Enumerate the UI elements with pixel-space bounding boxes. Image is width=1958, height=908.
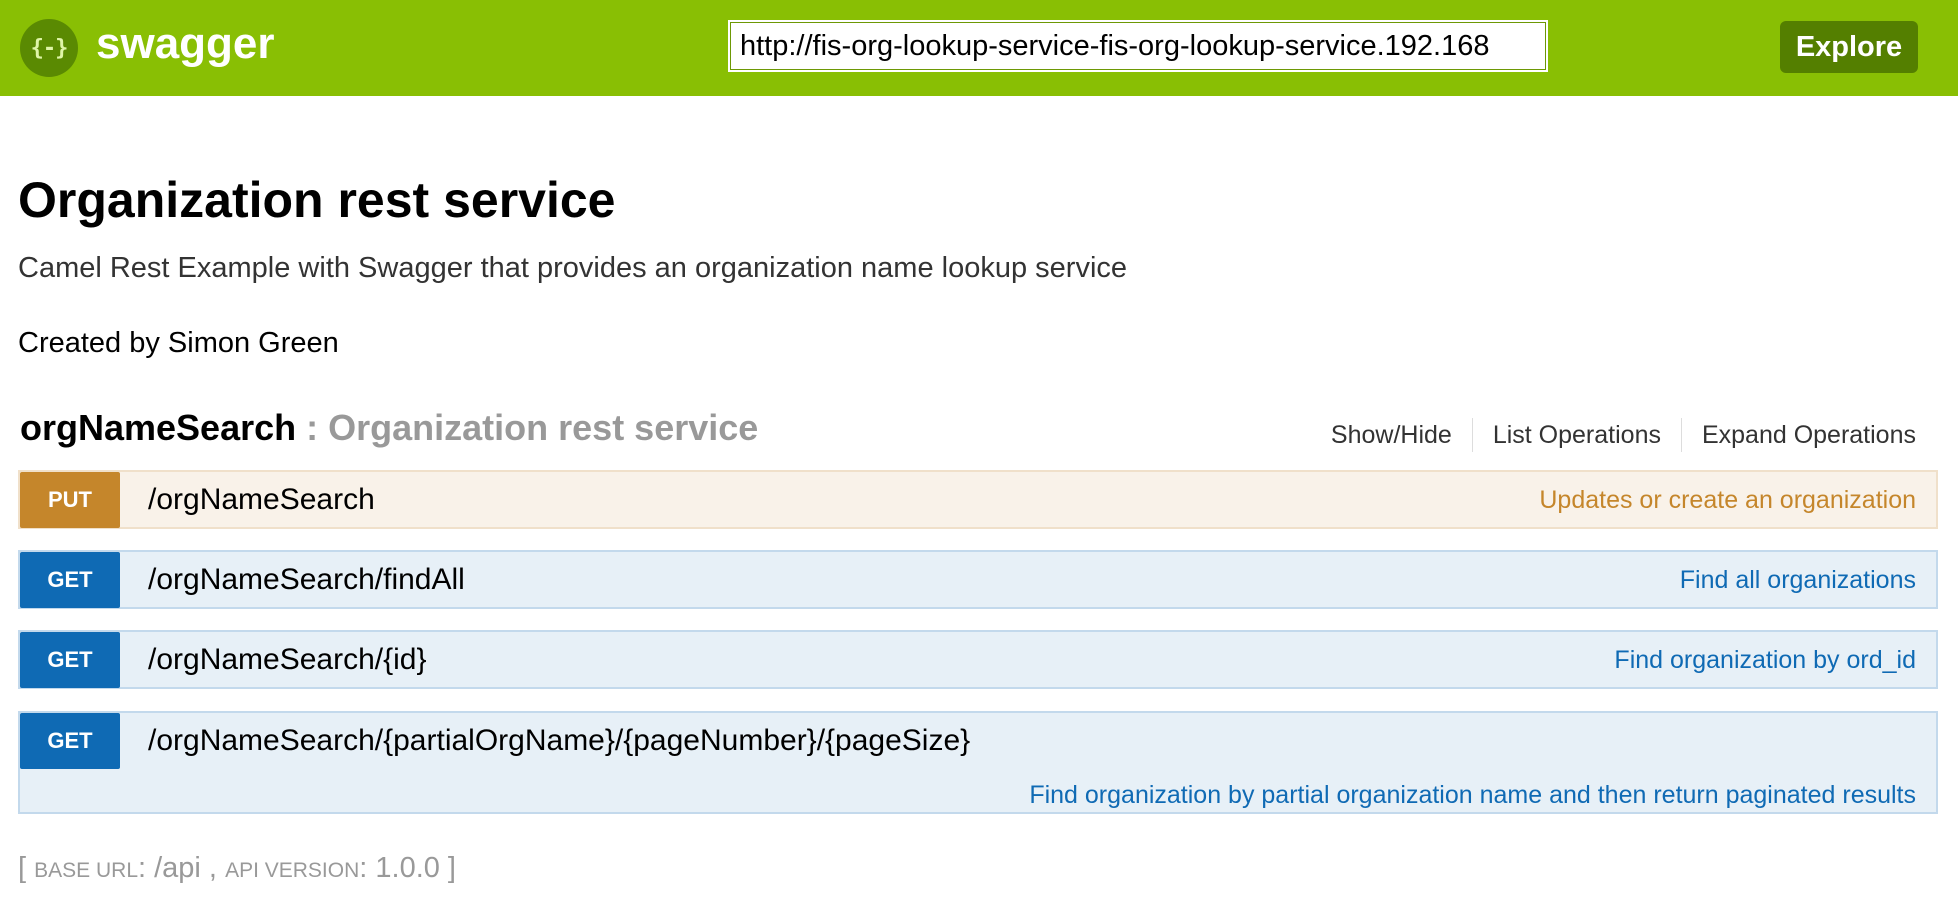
swagger-logo-icon: {-} bbox=[20, 19, 78, 77]
resource-heading: orgNameSearch : Organization rest servic… bbox=[20, 404, 758, 452]
api-description: Camel Rest Example with Swagger that pro… bbox=[18, 252, 1128, 284]
operation-summary[interactable]: Find organization by ord_id bbox=[1614, 632, 1916, 688]
api-url-input[interactable] bbox=[728, 20, 1548, 72]
resource-name-link[interactable]: orgNameSearch bbox=[20, 407, 296, 448]
operation-path[interactable]: /orgNameSearch/{partialOrgName}/{pageNum… bbox=[148, 713, 970, 769]
footer-open-bracket: [ bbox=[18, 852, 35, 884]
list-operations-link[interactable]: List Operations bbox=[1473, 421, 1681, 450]
resource-separator: : bbox=[296, 407, 329, 448]
operation-summary[interactable]: Find all organizations bbox=[1680, 552, 1916, 608]
page-title: Organization rest service bbox=[18, 172, 616, 228]
brand-name: swagger bbox=[96, 19, 275, 68]
operation-get-by-id[interactable]: GET /orgNameSearch/{id} Find organizatio… bbox=[18, 630, 1938, 689]
resource-actions: Show/Hide List Operations Expand Operati… bbox=[1311, 418, 1916, 452]
operation-get-paginated[interactable]: GET /orgNameSearch/{partialOrgName}/{pag… bbox=[18, 711, 1938, 814]
http-method-badge[interactable]: GET bbox=[20, 713, 120, 769]
operation-get-findall[interactable]: GET /orgNameSearch/findAll Find all orga… bbox=[18, 550, 1938, 609]
explore-button[interactable]: Explore bbox=[1780, 21, 1918, 73]
swagger-logo[interactable]: {-} swagger bbox=[20, 19, 275, 77]
base-url-value: : /api , bbox=[138, 852, 217, 884]
show-hide-link[interactable]: Show/Hide bbox=[1311, 421, 1472, 450]
operation-summary[interactable]: Updates or create an organization bbox=[1539, 472, 1916, 528]
api-version-value: : 1.0.0 ] bbox=[359, 852, 456, 884]
operation-path[interactable]: /orgNameSearch/findAll bbox=[148, 552, 465, 608]
api-author: Created by Simon Green bbox=[18, 327, 339, 359]
operation-summary[interactable]: Find organization by partial organizatio… bbox=[1029, 773, 1916, 817]
resource-description: Organization rest service bbox=[328, 407, 759, 448]
http-method-badge[interactable]: PUT bbox=[20, 472, 120, 528]
base-url-label: Base URL bbox=[34, 859, 138, 882]
operation-path[interactable]: /orgNameSearch/{id} bbox=[148, 632, 427, 688]
operation-path[interactable]: /orgNameSearch bbox=[148, 472, 375, 528]
top-bar: {-} swagger Explore bbox=[0, 0, 1958, 96]
api-footer: [ Base URL: /api , API Version: 1.0.0 ] bbox=[18, 848, 456, 891]
http-method-badge[interactable]: GET bbox=[20, 552, 120, 608]
operation-put-orgnamesearch[interactable]: PUT /orgNameSearch Updates or create an … bbox=[18, 470, 1938, 529]
api-version-label: API Version bbox=[225, 859, 360, 882]
http-method-badge[interactable]: GET bbox=[20, 632, 120, 688]
expand-operations-link[interactable]: Expand Operations bbox=[1682, 421, 1916, 450]
